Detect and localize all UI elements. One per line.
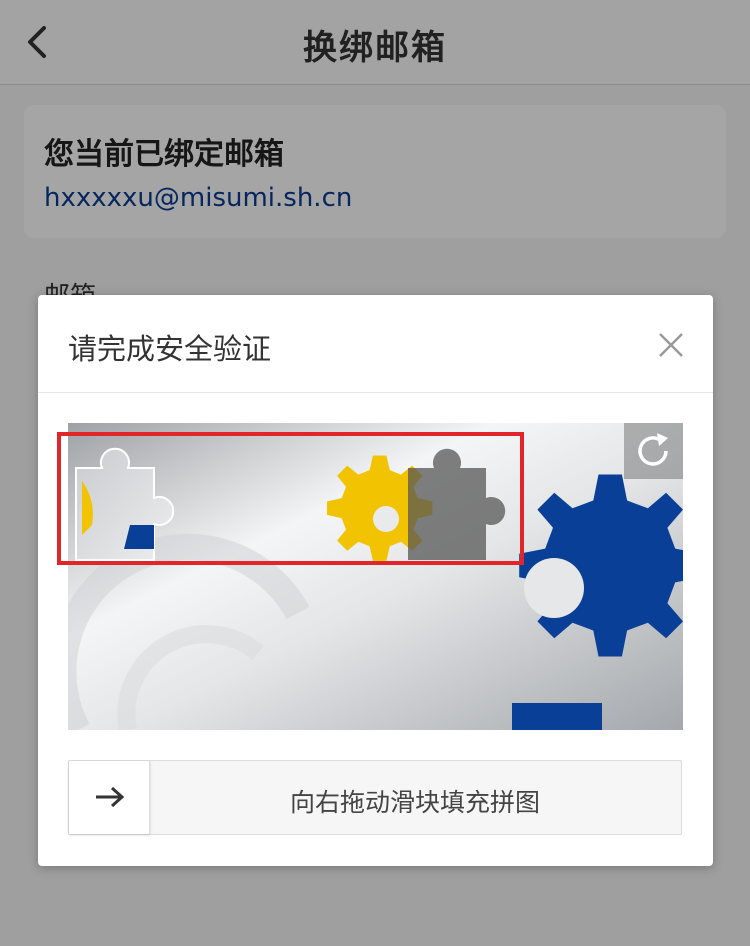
highlight-box [57,432,524,565]
slider-handle[interactable] [69,761,150,834]
close-icon [659,333,683,357]
dialog-header: 请完成安全验证 [38,295,713,393]
refresh-button[interactable] [624,423,683,479]
slider-instruction: 向右拖动滑块填充拼图 [289,788,540,817]
arrow-right-icon [96,786,125,808]
security-verification-dialog: 请完成安全验证 向右拖动滑块填充拼图 [38,295,713,866]
refresh-icon [638,433,668,466]
close-button[interactable] [654,328,688,362]
dialog-title: 请完成安全验证 [68,332,272,366]
slider-track: 向右拖动滑块填充拼图 [68,760,682,835]
